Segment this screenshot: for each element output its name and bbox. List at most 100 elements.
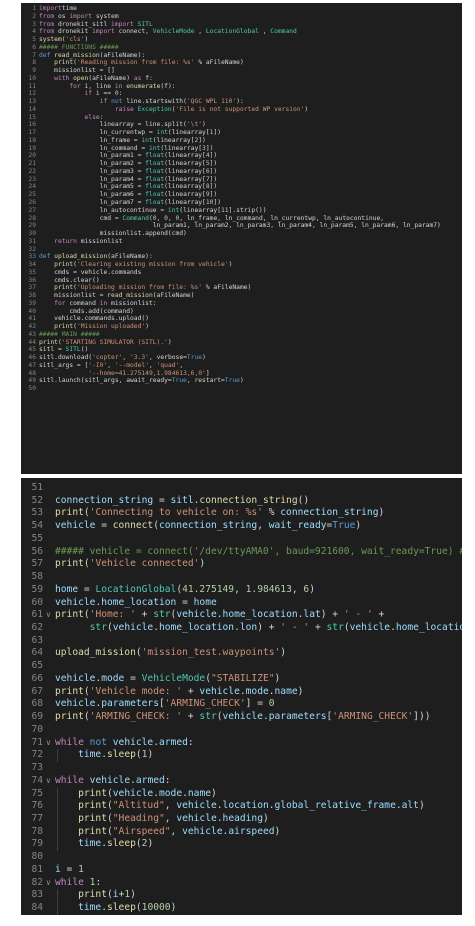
code-line[interactable]: 25 ln_param6 = float(linearray[9]) bbox=[21, 191, 462, 199]
code-line[interactable]: 83 print(i+1) bbox=[21, 889, 462, 902]
code-line[interactable]: 23 ln_param4 = float(linearray[7]) bbox=[21, 176, 462, 184]
code-line[interactable]: 6 ##### FUNCTIONS ##### bbox=[21, 44, 462, 52]
code-line[interactable]: 22 ln_param3 = float(linearray[6]) bbox=[21, 168, 462, 176]
fold-chevron-icon[interactable]: ∨ bbox=[46, 609, 51, 622]
code-line[interactable]: 29 ln_param1, ln_param2, ln_param3, ln_p… bbox=[21, 222, 462, 230]
fold-chevron-icon[interactable]: ∨ bbox=[46, 877, 51, 890]
code-line[interactable]: 47 sitl_args = ['-I0', '--model', 'quad', bbox=[21, 362, 462, 370]
code-line[interactable]: 9 missionlist = [] bbox=[21, 67, 462, 75]
code-line[interactable]: 75 print(vehicle.mode.name) bbox=[21, 788, 462, 801]
code-editor-top[interactable]: 1 importtime 2 from os import system 3 from d… bbox=[21, 3, 462, 474]
code-line[interactable]: 20 ln_param1 = float(linearray[4]) bbox=[21, 152, 462, 160]
code-line[interactable]: 10 with open(aFileName) as f: bbox=[21, 75, 462, 83]
code-line[interactable]: 11 for i, line in enumerate(f): bbox=[21, 83, 462, 91]
code-line[interactable]: 7 def read_mission(aFileName): bbox=[21, 52, 462, 60]
code-text: vehicle.mode = VehicleMode("STABILIZE") bbox=[55, 673, 280, 686]
code-editor-bottom[interactable]: 51 52 connection_string = sitl.connection_… bbox=[21, 478, 462, 915]
code-line[interactable]: 77 print("Heading", vehicle.heading) bbox=[21, 813, 462, 826]
code-line[interactable]: 27 ln_autocontinue = int(linearray[11].s… bbox=[21, 207, 462, 215]
code-line[interactable]: 80 bbox=[21, 851, 462, 864]
code-line[interactable]: 19 ln_command = int(linearray[3]) bbox=[21, 145, 462, 153]
code-line[interactable]: 13 if not line.startswith('QGC WPL 110')… bbox=[21, 98, 462, 106]
code-line[interactable]: 67 print('Vehicle mode: ' + vehicle.mode.… bbox=[21, 686, 462, 699]
code-token: , bbox=[179, 361, 184, 369]
code-line[interactable]: 45 sitl = SITL() bbox=[21, 346, 462, 354]
code-token: not bbox=[89, 736, 107, 748]
fold-chevron-icon[interactable]: ∨ bbox=[46, 775, 51, 788]
code-line[interactable]: 54 vehicle = connect(connection_string, w… bbox=[21, 520, 462, 533]
code-line[interactable]: 53 print('Connecting to vehicle on: %s' %… bbox=[21, 507, 462, 520]
code-line[interactable]: 2 from os import system bbox=[21, 13, 462, 21]
code-line[interactable]: 73 bbox=[21, 762, 462, 775]
code-line[interactable]: 15 else: bbox=[21, 114, 462, 122]
code-line[interactable]: 33 def upload_mission(aFileName): bbox=[21, 253, 462, 261]
code-line[interactable]: 38 missionlist = read_mission(aFileName) bbox=[21, 292, 462, 300]
code-line[interactable]: 49 sitl.launch(sitl_args, await_ready=Tru… bbox=[21, 377, 462, 385]
code-line[interactable]: 46 sitl.download('copter', '3.3', verbose… bbox=[21, 354, 462, 362]
code-line[interactable]: 52 connection_string = sitl.connection_st… bbox=[21, 495, 462, 508]
code-line[interactable]: 1 importtime bbox=[21, 5, 462, 13]
code-line[interactable]: 30 missionlist.append(cmd) bbox=[21, 230, 462, 238]
code-line[interactable]: 31 return missionlist bbox=[21, 238, 462, 246]
code-line[interactable]: 56 ##### vehicle = connect('/dev/ttyAMA0'… bbox=[21, 546, 462, 559]
code-line[interactable]: 16 linearray = line.split('\t') bbox=[21, 121, 462, 129]
code-line[interactable]: 61 ∨ print('Home: ' + str(vehicle.home_loc… bbox=[21, 609, 462, 622]
code-line[interactable]: 74 ∨ while vehicle.armed: bbox=[21, 775, 462, 788]
code-line[interactable]: 79 time.sleep(2) bbox=[21, 838, 462, 851]
code-line[interactable]: 84 time.sleep(10000) bbox=[21, 902, 462, 915]
code-line[interactable]: 76 print("Altitud", vehicle.location.glo… bbox=[21, 800, 462, 813]
code-token: True bbox=[171, 377, 187, 385]
code-line[interactable]: 78 print("Airspeed", vehicle.airspeed) bbox=[21, 826, 462, 839]
code-line[interactable]: 71 ∨ while not vehicle.armed: bbox=[21, 737, 462, 750]
code-line[interactable]: 66 vehicle.mode = VehicleMode("STABILIZE"… bbox=[21, 673, 462, 686]
code-line[interactable]: 17 ln_currentwp = int(linearray[1]) bbox=[21, 129, 462, 137]
code-line[interactable]: 70 bbox=[21, 724, 462, 737]
code-line[interactable]: 14 raise Exception('File is not supporte… bbox=[21, 106, 462, 114]
fold-chevron-icon[interactable]: ∨ bbox=[46, 737, 51, 750]
code-line[interactable]: 58 bbox=[21, 571, 462, 584]
code-line[interactable]: 34 print('Clearing existing mission from… bbox=[21, 261, 462, 269]
line-number: 54 bbox=[31, 520, 43, 532]
code-line[interactable]: 21 ln_param2 = float(linearray[5]) bbox=[21, 160, 462, 168]
code-line[interactable]: 62 str(vehicle.home_location.lon) + ' - … bbox=[21, 622, 462, 635]
code-line[interactable]: 60 vehicle.home_location = home bbox=[21, 597, 462, 610]
code-line[interactable]: 35 cmds = vehicle.commands bbox=[21, 269, 462, 277]
code-line[interactable]: 36 cmds.clear() bbox=[21, 277, 462, 285]
code-line[interactable]: 8 print('Reading mission from file: %s' … bbox=[21, 59, 462, 67]
code-line[interactable]: 50 bbox=[21, 385, 462, 393]
code-line[interactable]: 32 bbox=[21, 246, 462, 254]
code-line[interactable]: 41 vehicle.commands.upload() bbox=[21, 315, 462, 323]
code-line[interactable]: 26 ln_param7 = float(linearray[10]) bbox=[21, 199, 462, 207]
code-line[interactable]: 43 ##### MAIN ##### bbox=[21, 331, 462, 339]
code-line[interactable]: 82 ∨ while 1: bbox=[21, 877, 462, 890]
code-line[interactable]: 24 ln_param5 = float(linearray[8]) bbox=[21, 183, 462, 191]
code-token: sleep bbox=[107, 838, 136, 850]
code-line[interactable]: 55 bbox=[21, 533, 462, 546]
code-line[interactable]: 51 bbox=[21, 482, 462, 495]
code-line[interactable]: 3 from dronekit_sitl import SITL bbox=[21, 21, 462, 29]
code-line[interactable]: 4 from dronekit import connect, VehicleMo… bbox=[21, 28, 462, 36]
code-line[interactable]: 68 vehicle.parameters['ARMING_CHECK'] = 0 bbox=[21, 698, 462, 711]
code-line[interactable]: 65 bbox=[21, 660, 462, 673]
code-line[interactable]: 64 upload_mission('mission_test.waypoints… bbox=[21, 647, 462, 660]
code-token: (f): bbox=[160, 82, 176, 90]
code-line[interactable]: 72 time.sleep(1) bbox=[21, 749, 462, 762]
code-line[interactable]: 44 print('STARTING SIMULATOR (SITL).') bbox=[21, 339, 462, 347]
code-line[interactable]: 59 home = LocationGlobal(41.275149, 1.984… bbox=[21, 584, 462, 597]
code-line[interactable]: 12 if i == 0: bbox=[21, 90, 462, 98]
code-line[interactable]: 28 cmd = Command(0, 0, 0, ln_frame, ln_c… bbox=[21, 215, 462, 223]
code-line[interactable]: 57 print('Vehicle connected') bbox=[21, 558, 462, 571]
code-token: % bbox=[262, 507, 281, 519]
code-line[interactable]: 18 ln_frame = int(linearray[2]) bbox=[21, 137, 462, 145]
code-token: , bbox=[122, 354, 131, 362]
code-line[interactable]: 39 for command in missionlist: bbox=[21, 300, 462, 308]
code-line[interactable]: 48 '--home=41.275149,1.984613,6,0'] bbox=[21, 370, 462, 378]
code-line[interactable]: 40 cmds.add(command) bbox=[21, 308, 462, 316]
code-line[interactable]: 81 i = 1 bbox=[21, 864, 462, 877]
code-line[interactable]: 42 print('Mission uploaded') bbox=[21, 323, 462, 331]
code-line[interactable]: 69 print('ARMING_CHECK: ' + str(vehicle.p… bbox=[21, 711, 462, 724]
code-line[interactable]: 37 print('Uploading mission from file: %… bbox=[21, 284, 462, 292]
code-line[interactable]: 63 bbox=[21, 635, 462, 648]
code-line[interactable]: 5 system('cls') bbox=[21, 36, 462, 44]
